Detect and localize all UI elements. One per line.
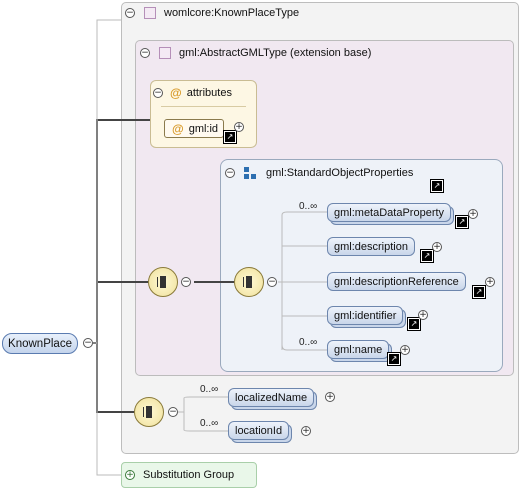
- element-label: localizedName: [235, 391, 308, 404]
- expand-element-button[interactable]: +: [485, 277, 495, 287]
- reference-arrow-icon: ↗: [223, 130, 237, 144]
- sequence-compositor-icon[interactable]: [234, 267, 264, 297]
- element-label: gml:name: [334, 343, 383, 356]
- substitution-group-header: + Substitution Group: [125, 469, 234, 481]
- element-name[interactable]: gml:name: [327, 340, 390, 359]
- element-description-reference[interactable]: gml:descriptionReference: [327, 272, 466, 291]
- element-label: gml:description: [334, 240, 408, 253]
- reference-arrow-icon: ↗: [472, 285, 486, 299]
- complex-type-header: − womlcore:KnownPlaceType: [125, 7, 299, 19]
- element-localized-name[interactable]: localizedName: [228, 388, 315, 407]
- group-label: gml:StandardObjectProperties: [266, 167, 414, 179]
- expand-element-button[interactable]: +: [325, 392, 335, 402]
- attribute-icon: @: [172, 121, 184, 136]
- group-header: − gml:StandardObjectProperties: [225, 167, 413, 179]
- complex-type-icon: [144, 7, 156, 19]
- connector-lines: [93, 19, 327, 476]
- collapse-group-button[interactable]: −: [225, 168, 235, 178]
- group-icon: [244, 167, 258, 179]
- element-description[interactable]: gml:description: [327, 237, 415, 256]
- collapse-attributes-button[interactable]: −: [153, 88, 163, 98]
- sequence-compositor-icon[interactable]: [148, 267, 178, 297]
- collapse-complex-type-button[interactable]: −: [125, 8, 135, 18]
- attribute-label: gml:id: [188, 122, 219, 135]
- element-label: gml:metaDataProperty: [334, 206, 445, 219]
- collapse-sequence-button[interactable]: −: [181, 277, 191, 287]
- expand-element-button[interactable]: +: [432, 242, 442, 252]
- reference-arrow-icon: ↗: [407, 317, 421, 331]
- element-label: locationId: [235, 424, 283, 437]
- attribute-gml-id[interactable]: @ gml:id: [164, 119, 225, 138]
- cardinality-label: 0..∞: [299, 337, 318, 348]
- extension-header: − gml:AbstractGMLType (extension base): [140, 47, 371, 59]
- extension-label: gml:AbstractGMLType (extension base): [179, 47, 372, 59]
- substitution-group-label: Substitution Group: [143, 469, 235, 481]
- reference-arrow-icon: ↗: [430, 179, 444, 193]
- expand-element-button[interactable]: +: [301, 426, 311, 436]
- expand-element-button[interactable]: +: [400, 345, 410, 355]
- expand-element-button[interactable]: +: [418, 310, 428, 320]
- cardinality-label: 0..∞: [299, 201, 318, 212]
- cardinality-label: 0..∞: [200, 384, 219, 395]
- reference-arrow-icon: ↗: [387, 352, 401, 366]
- element-location-id[interactable]: locationId: [228, 421, 290, 440]
- collapse-extension-button[interactable]: −: [140, 48, 150, 58]
- collapse-root-button[interactable]: −: [83, 338, 93, 348]
- collapse-sequence-button[interactable]: −: [267, 277, 277, 287]
- element-label: gml:descriptionReference: [334, 275, 459, 288]
- expand-element-button[interactable]: +: [468, 209, 478, 219]
- complex-type-label: womlcore:KnownPlaceType: [164, 7, 300, 19]
- cardinality-label: 0..∞: [200, 418, 219, 429]
- attribute-icon: @: [170, 86, 182, 100]
- expand-substitution-group-button[interactable]: +: [125, 470, 135, 480]
- element-metadata-property[interactable]: gml:metaDataProperty: [327, 203, 452, 222]
- root-element-known-place[interactable]: KnownPlace: [2, 333, 78, 354]
- collapse-sequence-button[interactable]: −: [168, 407, 178, 417]
- expand-gml-id-button[interactable]: +: [234, 122, 244, 132]
- reference-arrow-icon: ↗: [420, 249, 434, 263]
- element-identifier[interactable]: gml:identifier: [327, 306, 404, 325]
- sequence-compositor-icon[interactable]: [134, 397, 164, 427]
- reference-arrow-icon: ↗: [455, 215, 469, 229]
- attributes-header: − @ attributes: [153, 86, 232, 100]
- root-element-label: KnownPlace: [8, 337, 72, 350]
- attributes-label: attributes: [186, 87, 232, 99]
- extension-type-icon: [159, 47, 171, 59]
- element-label: gml:identifier: [334, 309, 397, 322]
